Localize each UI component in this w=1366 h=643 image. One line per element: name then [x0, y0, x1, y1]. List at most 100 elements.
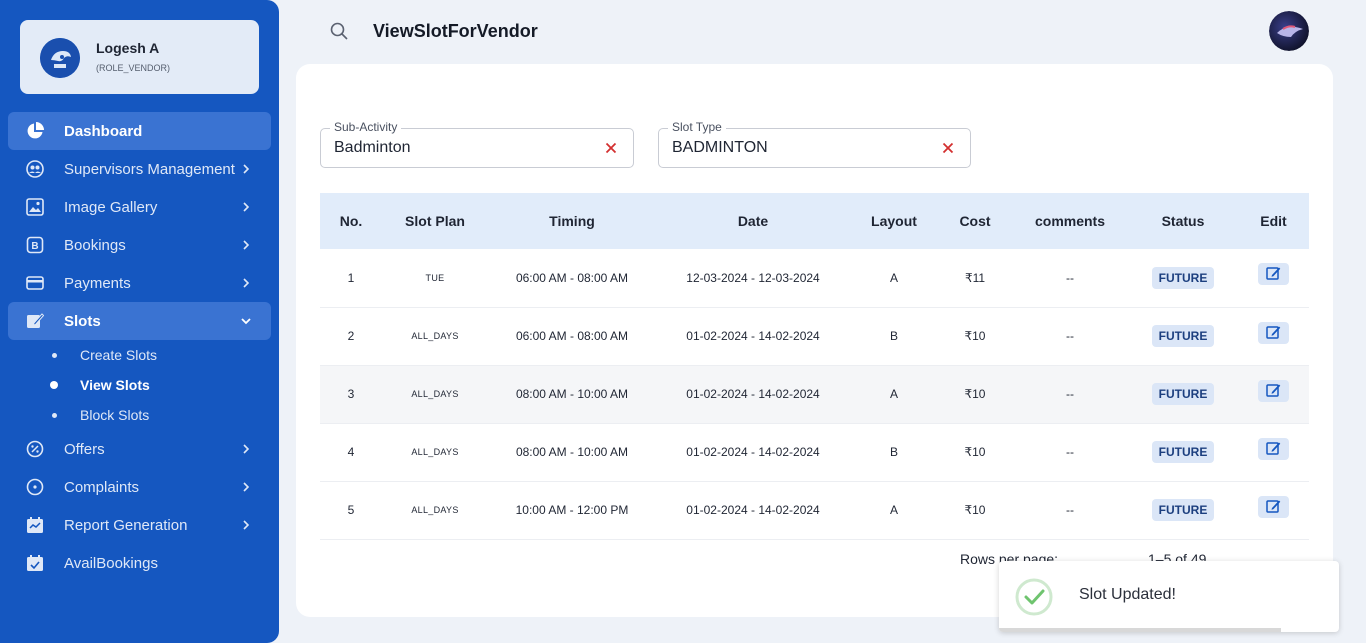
clear-icon[interactable]: [605, 142, 617, 154]
cell-timing: 10:00 AM - 12:00 PM: [488, 481, 656, 540]
sidebar-item-dashboard[interactable]: Dashboard: [8, 112, 271, 150]
column-header[interactable]: No.: [320, 193, 382, 249]
status-badge: FUTURE: [1151, 441, 1215, 463]
status-badge: FUTURE: [1151, 266, 1215, 289]
clear-icon[interactable]: [942, 142, 954, 154]
chevron-right-icon: [243, 520, 250, 530]
calendar-check-icon: [27, 555, 43, 571]
edit-button[interactable]: [1258, 379, 1289, 402]
column-header[interactable]: Slot Plan: [382, 193, 488, 249]
table-header-row: No. Slot Plan Timing Date Layout Cost co…: [320, 193, 1309, 249]
status-badge: FUTURE: [1151, 499, 1215, 521]
cell-status: FUTURE: [1128, 365, 1238, 424]
sidebar-item-image-gallery[interactable]: Image Gallery: [8, 188, 271, 226]
svg-text:B: B: [31, 241, 38, 252]
check-circle-icon: [1015, 578, 1053, 616]
cell-date: 01-02-2024 - 14-02-2024: [656, 365, 850, 424]
sidebar-item-payments[interactable]: Payments: [8, 264, 271, 302]
calendar-report-icon: [27, 517, 43, 533]
edit-button[interactable]: [1258, 263, 1289, 286]
cell-timing: 08:00 AM - 10:00 AM: [488, 365, 656, 424]
field-value: BADMINTON: [672, 139, 768, 156]
column-header[interactable]: Layout: [850, 193, 938, 249]
cell-date: 01-02-2024 - 14-02-2024: [656, 481, 850, 540]
cell-comments: --: [1012, 307, 1128, 366]
sub-activity-field[interactable]: Sub-Activity Badminton: [320, 120, 634, 168]
table-row[interactable]: 4 ALL_DAYS 08:00 AM - 10:00 AM 01-02-202…: [320, 423, 1309, 482]
page-title: ViewSlotForVendor: [373, 21, 538, 41]
cell-cost: ₹10: [938, 481, 1012, 540]
column-header[interactable]: Cost: [938, 193, 1012, 249]
sidebar-item-supervisors-management[interactable]: Supervisors Management: [8, 150, 271, 188]
bullet-icon: [52, 412, 57, 418]
sidebar-item-label: Supervisors Management: [64, 160, 235, 178]
slot-type-field[interactable]: Slot Type BADMINTON: [658, 120, 971, 168]
sidebar-item-label: Bookings: [64, 236, 126, 254]
cell-date: 01-02-2024 - 14-02-2024: [656, 307, 850, 366]
user-role: (ROLE_VENDOR): [96, 63, 171, 73]
column-header[interactable]: Status: [1128, 193, 1238, 249]
cell-edit: [1238, 423, 1309, 482]
cell-no: 4: [320, 423, 382, 482]
chevron-down-icon: [241, 318, 251, 325]
chevron-right-icon: [243, 202, 250, 212]
sidebar-item-bookings[interactable]: B Bookings: [8, 226, 271, 264]
cell-slot-plan: ALL_DAYS: [382, 423, 488, 482]
cell-slot-plan: ALL_DAYS: [382, 365, 488, 424]
sidebar-item-label: Complaints: [64, 478, 140, 496]
user-name: Logesh A: [96, 40, 160, 56]
edit-icon: [1266, 267, 1281, 280]
cell-comments: --: [1012, 365, 1128, 424]
sidebar-item-offers[interactable]: Offers: [8, 430, 271, 468]
cell-no: 5: [320, 481, 382, 540]
card-icon: [26, 276, 44, 290]
edit-button[interactable]: [1258, 321, 1289, 344]
edit-button[interactable]: [1258, 495, 1289, 518]
user-card[interactable]: Logesh A (ROLE_VENDOR): [20, 20, 259, 94]
sidebar-item-availbookings[interactable]: AvailBookings: [8, 544, 271, 582]
sidebar-item-slots[interactable]: Slots: [8, 302, 271, 340]
bullet-icon: [52, 352, 57, 358]
cell-timing: 06:00 AM - 08:00 AM: [488, 307, 656, 366]
cell-timing: 06:00 AM - 08:00 AM: [488, 249, 656, 308]
sidebar-item-report-generation[interactable]: Report Generation: [8, 506, 271, 544]
sidebar-subitem-block-slots[interactable]: Block Slots: [52, 403, 149, 427]
column-header[interactable]: Timing: [488, 193, 656, 249]
table-row[interactable]: 1 TUE 06:00 AM - 08:00 AM 12-03-2024 - 1…: [320, 249, 1309, 308]
cell-status: FUTURE: [1128, 481, 1238, 540]
chevron-right-icon: [243, 164, 250, 174]
field-label: Slot Type: [668, 120, 726, 134]
header-avatar[interactable]: [1269, 11, 1309, 51]
toast-progress-bar: [999, 628, 1282, 632]
cell-no: 2: [320, 307, 382, 366]
status-badge: FUTURE: [1151, 325, 1215, 347]
cell-layout: A: [850, 249, 938, 308]
table-row[interactable]: 3 ALL_DAYS 08:00 AM - 10:00 AM 01-02-202…: [320, 365, 1309, 424]
column-header[interactable]: comments: [1012, 193, 1128, 249]
cell-date: 12-03-2024 - 12-03-2024: [656, 249, 850, 308]
sidebar-item-complaints[interactable]: Complaints: [8, 468, 271, 506]
search-icon[interactable]: [329, 21, 349, 41]
field-label: Sub-Activity: [330, 120, 402, 134]
sidebar-subitem-view-slots[interactable]: View Slots: [50, 373, 150, 397]
cell-comments: --: [1012, 481, 1128, 540]
column-header[interactable]: Date: [656, 193, 850, 249]
offer-icon: [26, 440, 44, 458]
cell-status: FUTURE: [1128, 307, 1238, 366]
field-value: Badminton: [334, 139, 411, 156]
sidebar-item-label: Dashboard: [64, 122, 143, 140]
chevron-right-icon: [243, 482, 250, 492]
complaint-icon: [26, 478, 44, 496]
edit-button[interactable]: [1258, 437, 1289, 460]
sidebar-item-label: AvailBookings: [64, 554, 158, 572]
column-header[interactable]: Edit: [1238, 193, 1309, 249]
success-toast[interactable]: Slot Updated!: [999, 561, 1339, 632]
cell-no: 1: [320, 249, 382, 308]
table-row[interactable]: 5 ALL_DAYS 10:00 AM - 12:00 PM 01-02-202…: [320, 481, 1309, 540]
sidebar-subitem-create-slots[interactable]: Create Slots: [52, 343, 157, 367]
bullet-icon: [50, 381, 58, 389]
cell-no: 3: [320, 365, 382, 424]
cell-status: FUTURE: [1128, 249, 1238, 308]
table-row[interactable]: 2 ALL_DAYS 06:00 AM - 08:00 AM 01-02-202…: [320, 307, 1309, 366]
sidebar-item-label: Slots: [64, 312, 101, 330]
